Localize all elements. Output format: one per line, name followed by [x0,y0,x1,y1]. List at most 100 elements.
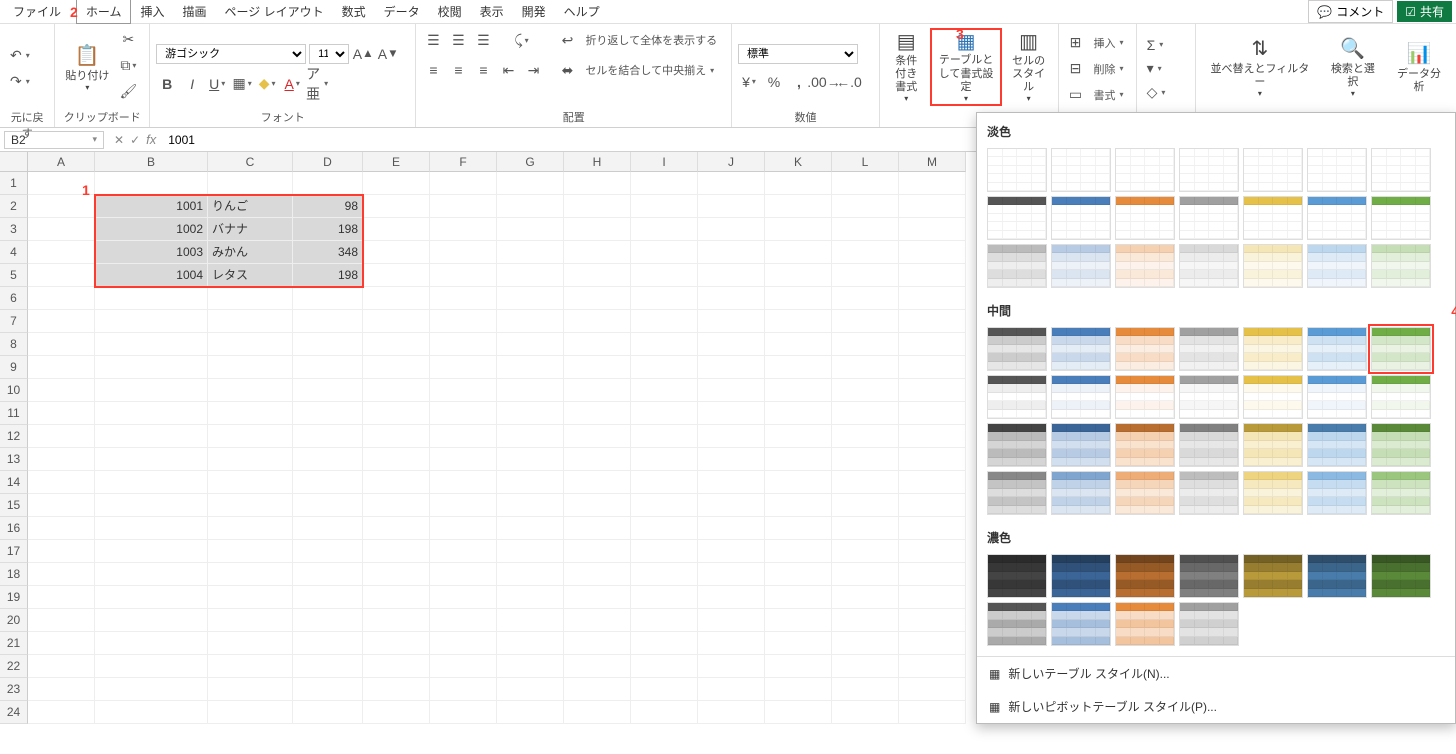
cell-G16[interactable] [497,517,564,540]
cell-E22[interactable] [363,655,430,678]
table-style-swatch[interactable] [1307,554,1367,598]
cell-I14[interactable] [631,471,698,494]
cell-L24[interactable] [832,701,899,724]
cell-C24[interactable] [208,701,293,724]
comments-button[interactable]: 💬コメント [1308,0,1393,23]
cell-C23[interactable] [208,678,293,701]
cell-E20[interactable] [363,609,430,632]
number-format-selector[interactable]: 標準 [738,44,858,64]
cell-D3[interactable]: 198 [293,218,363,241]
cell-L22[interactable] [832,655,899,678]
cell-I1[interactable] [631,172,698,195]
percent-button[interactable]: % [763,71,785,93]
cell-J5[interactable] [698,264,765,287]
cell-H15[interactable] [564,494,631,517]
cell-F7[interactable] [430,310,497,333]
cell-D7[interactable] [293,310,363,333]
cell-H20[interactable] [564,609,631,632]
cell-B14[interactable] [95,471,208,494]
cell-H9[interactable] [564,356,631,379]
cell-H8[interactable] [564,333,631,356]
cell-F4[interactable] [430,241,497,264]
row-header-11[interactable]: 11 [0,402,28,425]
cell-G22[interactable] [497,655,564,678]
table-style-swatch[interactable] [1371,327,1431,371]
font-size-selector[interactable]: 11 [309,44,349,64]
table-style-swatch[interactable] [987,327,1047,371]
cell-K16[interactable] [765,517,832,540]
merge-center-button[interactable]: セルを結合して中央揃え [581,59,718,81]
cell-F14[interactable] [430,471,497,494]
table-style-swatch[interactable] [1371,423,1431,467]
cell-G2[interactable] [497,195,564,218]
menu-tab-home[interactable]: ホーム [76,0,132,24]
table-style-swatch[interactable] [1179,375,1239,419]
undo-button[interactable]: ↶ [6,45,34,67]
cell-M16[interactable] [899,517,966,540]
cell-A20[interactable] [28,609,95,632]
cell-styles-button[interactable]: ▥ セルのスタイル▾ [1006,28,1052,106]
cell-H13[interactable] [564,448,631,471]
row-header-7[interactable]: 7 [0,310,28,333]
cell-G14[interactable] [497,471,564,494]
table-style-swatch[interactable] [1051,471,1111,515]
row-header-10[interactable]: 10 [0,379,28,402]
cut-button[interactable]: ✂ [117,28,139,50]
cell-C19[interactable] [208,586,293,609]
cell-B22[interactable] [95,655,208,678]
cell-C2[interactable]: りんご [208,195,293,218]
cell-J24[interactable] [698,701,765,724]
cell-K3[interactable] [765,218,832,241]
cell-E16[interactable] [363,517,430,540]
cell-H6[interactable] [564,287,631,310]
column-header-L[interactable]: L [832,152,899,172]
row-header-6[interactable]: 6 [0,287,28,310]
table-style-swatch[interactable] [1307,423,1367,467]
cell-K4[interactable] [765,241,832,264]
cell-D13[interactable] [293,448,363,471]
cell-I2[interactable] [631,195,698,218]
cell-B18[interactable] [95,563,208,586]
cell-L1[interactable] [832,172,899,195]
cell-B2[interactable]: 1001 [95,195,208,218]
table-style-swatch[interactable] [1179,423,1239,467]
cell-G1[interactable] [497,172,564,195]
cell-C13[interactable] [208,448,293,471]
cell-I9[interactable] [631,356,698,379]
cell-D16[interactable] [293,517,363,540]
table-style-swatch[interactable] [1371,196,1431,240]
row-header-20[interactable]: 20 [0,609,28,632]
table-style-swatch[interactable] [987,148,1047,192]
cell-F1[interactable] [430,172,497,195]
cell-F15[interactable] [430,494,497,517]
cell-D21[interactable] [293,632,363,655]
cell-B20[interactable] [95,609,208,632]
cell-L17[interactable] [832,540,899,563]
table-style-swatch[interactable] [1307,327,1367,371]
cell-E1[interactable] [363,172,430,195]
format-cells-button[interactable]: 書式 [1090,84,1128,106]
table-style-swatch[interactable] [1115,244,1175,288]
row-header-13[interactable]: 13 [0,448,28,471]
cell-H21[interactable] [564,632,631,655]
cell-M20[interactable] [899,609,966,632]
cell-K13[interactable] [765,448,832,471]
menu-tab-review[interactable]: 校閲 [429,0,471,23]
cell-D5[interactable]: 198 [293,264,363,287]
cell-F5[interactable] [430,264,497,287]
row-header-12[interactable]: 12 [0,425,28,448]
table-style-swatch[interactable] [1115,196,1175,240]
menu-tab-help[interactable]: ヘルプ [555,0,609,23]
cell-A15[interactable] [28,494,95,517]
column-header-E[interactable]: E [363,152,430,172]
cell-H1[interactable] [564,172,631,195]
cell-E10[interactable] [363,379,430,402]
table-style-swatch[interactable] [1243,327,1303,371]
align-middle-button[interactable]: ☰ [447,29,469,51]
cell-L3[interactable] [832,218,899,241]
cell-A22[interactable] [28,655,95,678]
cell-L14[interactable] [832,471,899,494]
cell-D19[interactable] [293,586,363,609]
cell-J8[interactable] [698,333,765,356]
cell-D4[interactable]: 348 [293,241,363,264]
